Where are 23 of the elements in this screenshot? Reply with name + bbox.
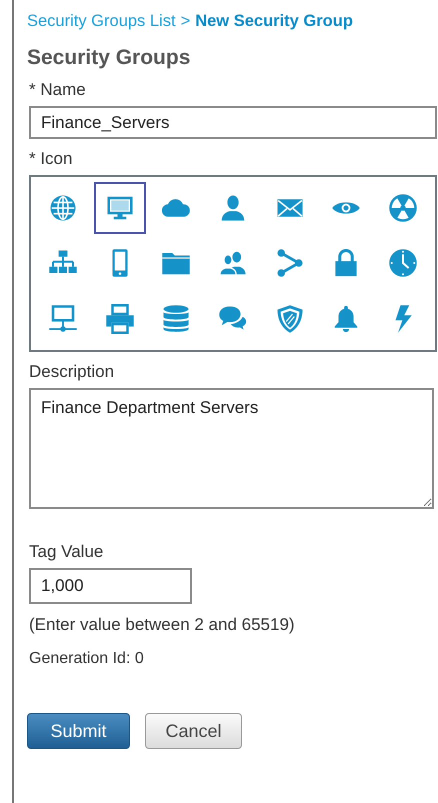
clock-icon bbox=[388, 248, 418, 278]
network-monitor-icon bbox=[48, 304, 78, 334]
submit-button[interactable]: Submit bbox=[27, 713, 130, 749]
cancel-button[interactable]: Cancel bbox=[145, 713, 242, 749]
page-title: Security Groups bbox=[27, 46, 190, 70]
globe-icon bbox=[48, 192, 78, 223]
field-label: Description bbox=[29, 362, 114, 382]
shield-icon bbox=[274, 304, 305, 334]
field-label: * Name bbox=[29, 80, 86, 100]
radiation-icon bbox=[388, 192, 418, 223]
printer-icon bbox=[104, 304, 135, 334]
field-label: * Icon bbox=[29, 149, 72, 169]
generation-id: Generation Id: 0 bbox=[29, 650, 144, 668]
description-field[interactable]: Finance Department Servers bbox=[29, 388, 434, 509]
database-icon bbox=[161, 304, 192, 334]
share-icon bbox=[274, 248, 305, 278]
field-label: Tag Value bbox=[29, 542, 104, 562]
breadcrumb-current: New Security Group bbox=[195, 12, 353, 31]
hint-text: (Enter value between 2 and 65519) bbox=[29, 615, 295, 635]
name-field[interactable]: Finance_Servers bbox=[29, 106, 437, 139]
tag-value-field[interactable]: 1,000 bbox=[29, 568, 192, 604]
icon-option[interactable] bbox=[94, 182, 146, 234]
breadcrumb-separator: > bbox=[180, 12, 190, 31]
